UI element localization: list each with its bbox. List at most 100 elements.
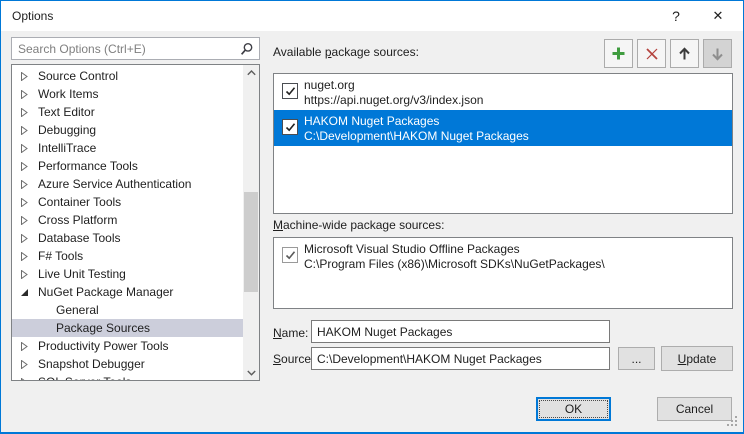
titlebar: Options ? ✕ (1, 1, 743, 31)
tree-item-label: Cross Platform (38, 213, 117, 227)
package-source-name: Microsoft Visual Studio Offline Packages (304, 242, 520, 256)
search-icon (239, 42, 254, 57)
machine-sources-list: Microsoft Visual Studio Offline Packages… (273, 237, 733, 309)
tree-item-container-tools[interactable]: Container Tools (12, 193, 243, 211)
tree-item-intellitrace[interactable]: IntelliTrace (12, 139, 243, 157)
tree-item-label: Container Tools (38, 195, 121, 209)
tree-item-label: IntelliTrace (38, 141, 96, 155)
package-source-path: C:\Development\HAKOM Nuget Packages (304, 129, 529, 143)
chevron-right-icon (20, 252, 29, 261)
help-button[interactable]: ? (655, 1, 697, 31)
window-title: Options (12, 9, 53, 23)
tree-item-label: Live Unit Testing (38, 267, 126, 281)
search-box (11, 37, 260, 60)
chevron-right-icon (20, 216, 29, 225)
chevron-down-icon (247, 370, 256, 376)
chevron-right-icon (20, 108, 29, 117)
tree-item-performance-tools[interactable]: Performance Tools (12, 157, 243, 175)
name-field[interactable] (311, 320, 610, 343)
tree-item-package-sources[interactable]: Package Sources (12, 319, 243, 337)
tree-item-label: Source Control (38, 69, 118, 83)
source-item-microsoft-visual-studio-offline-packages[interactable]: Microsoft Visual Studio Offline Packages… (274, 238, 732, 274)
tree-item-label: SQL Server Tools (38, 375, 131, 380)
tree-item-label: Debugging (38, 123, 96, 137)
add-source-button[interactable] (604, 39, 633, 68)
available-sources-list: nuget.org https://api.nuget.org/v3/index… (273, 73, 733, 214)
tree-item-source-control[interactable]: Source Control (12, 67, 243, 85)
plus-icon (611, 46, 626, 61)
source-field[interactable] (311, 347, 610, 370)
tree-item-database-tools[interactable]: Database Tools (12, 229, 243, 247)
tree-item-azure-service-authentication[interactable]: Azure Service Authentication (12, 175, 243, 193)
tree-item-label: Performance Tools (38, 159, 138, 173)
update-button[interactable]: Update (661, 346, 733, 371)
ok-button[interactable]: OK (536, 397, 611, 421)
tree-item-label: Text Editor (38, 105, 95, 119)
chevron-right-icon (20, 90, 29, 99)
chevron-right-icon (20, 144, 29, 153)
checkbox-checked-icon[interactable] (282, 83, 298, 99)
tree-item-productivity-power-tools[interactable]: Productivity Power Tools (12, 337, 243, 355)
browse-button[interactable]: ... (618, 347, 655, 370)
chevron-right-icon (20, 180, 29, 189)
available-sources-label: Available package sources: (273, 45, 419, 59)
tree-scrollbar[interactable] (243, 65, 259, 380)
chevron-right-icon (20, 126, 29, 135)
package-source-name: nuget.org (304, 78, 355, 92)
source-label: Source: (273, 352, 314, 366)
tree-item-label: NuGet Package Manager (38, 285, 173, 299)
chevron-expanded-icon (20, 288, 29, 297)
tree-item-snapshot-debugger[interactable]: Snapshot Debugger (12, 355, 243, 373)
source-item-nuget-org[interactable]: nuget.org https://api.nuget.org/v3/index… (274, 74, 732, 110)
scroll-up-button[interactable] (243, 65, 259, 80)
chevron-right-icon (20, 234, 29, 243)
tree-item-sql-server-tools[interactable]: SQL Server Tools (12, 373, 243, 380)
chevron-right-icon (20, 360, 29, 369)
search-input[interactable] (12, 38, 259, 59)
tree-item-work-items[interactable]: Work Items (12, 85, 243, 103)
tree-item-label: Productivity Power Tools (38, 339, 169, 353)
package-source-path: https://api.nuget.org/v3/index.json (304, 93, 483, 107)
options-tree: Source Control Work Items Text Editor (11, 64, 260, 381)
red-x-icon (645, 47, 659, 61)
chevron-right-icon (20, 72, 29, 81)
tree-item-f-tools[interactable]: F# Tools (12, 247, 243, 265)
tree-item-label: Snapshot Debugger (38, 357, 145, 371)
tree-item-label: Database Tools (38, 231, 121, 245)
chevron-right-icon (20, 270, 29, 279)
tree-item-text-editor[interactable]: Text Editor (12, 103, 243, 121)
chevron-right-icon (20, 198, 29, 207)
tree-item-label: Azure Service Authentication (38, 177, 191, 191)
chevron-up-icon (247, 70, 256, 76)
resize-grip-icon[interactable] (725, 414, 738, 427)
close-button[interactable]: ✕ (697, 1, 739, 31)
name-label: Name: (273, 326, 308, 340)
tree-item-cross-platform[interactable]: Cross Platform (12, 211, 243, 229)
options-dialog: Options ? ✕ Source Control (0, 0, 744, 434)
options-tree-items: Source Control Work Items Text Editor (12, 67, 243, 380)
machine-sources-label: Machine-wide package sources: (273, 218, 444, 232)
scroll-down-button[interactable] (243, 365, 259, 380)
tree-item-live-unit-testing[interactable]: Live Unit Testing (12, 265, 243, 283)
cancel-button[interactable]: Cancel (657, 397, 732, 421)
move-down-button[interactable] (703, 39, 732, 68)
tree-item-debugging[interactable]: Debugging (12, 121, 243, 139)
scrollbar-thumb[interactable] (244, 192, 258, 292)
tree-item-nuget-package-manager[interactable]: NuGet Package Manager (12, 283, 243, 301)
checkbox-checked-icon[interactable] (282, 247, 298, 263)
tree-item-label: Package Sources (56, 321, 150, 335)
tree-item-general[interactable]: General (12, 301, 243, 319)
tree-item-label: Work Items (38, 87, 98, 101)
chevron-right-icon (20, 378, 29, 381)
package-source-name: HAKOM Nuget Packages (304, 114, 439, 128)
source-item-hakom-nuget-packages[interactable]: HAKOM Nuget Packages C:\Development\HAKO… (274, 110, 732, 146)
arrow-up-icon (678, 47, 691, 61)
move-up-button[interactable] (670, 39, 699, 68)
arrow-down-icon (711, 47, 724, 61)
tree-item-label: General (56, 303, 99, 317)
close-icon: ✕ (713, 8, 724, 24)
tree-item-label: F# Tools (38, 249, 83, 263)
checkbox-checked-icon[interactable] (282, 119, 298, 135)
remove-source-button[interactable] (637, 39, 666, 68)
package-source-path: C:\Program Files (x86)\Microsoft SDKs\Nu… (304, 257, 605, 271)
